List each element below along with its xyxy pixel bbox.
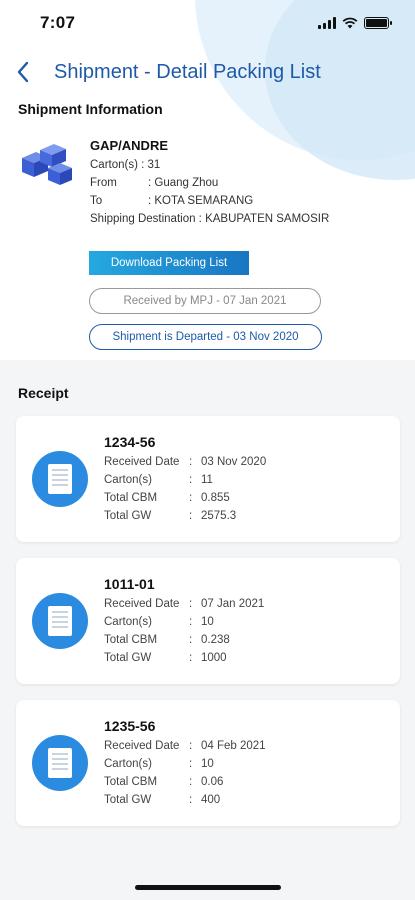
field-value: : Guang Zhou (148, 177, 219, 189)
total-gw-row: Total GW : 1000 (104, 649, 264, 667)
received-date-row: Received Date : 04 Feb 2021 (104, 737, 266, 755)
row-sep: : (189, 474, 193, 486)
row-label: Carton(s) (104, 616, 152, 628)
row-label: Total CBM (104, 776, 158, 788)
row-value: 11 (201, 474, 213, 486)
received-status-badge: Received by MPJ - 07 Jan 2021 (89, 288, 321, 314)
row-value: 03 Nov 2020 (201, 456, 267, 468)
boxes-icon (22, 144, 72, 185)
receipt-id: 1234-56 (104, 434, 156, 450)
carton-count-row: Carton(s) : 31 (90, 156, 329, 174)
page-title: Shipment - Detail Packing List (54, 60, 321, 83)
document-icon (32, 735, 88, 791)
row-label: Total GW (104, 510, 152, 522)
row-label: Carton(s) (104, 474, 152, 486)
field-label: Carton(s) : (90, 159, 145, 171)
total-cbm-row: Total CBM : 0.855 (104, 489, 266, 507)
row-label: Total CBM (104, 634, 158, 646)
document-icon (32, 593, 88, 649)
field-label: To (90, 195, 103, 207)
row-sep: : (189, 456, 193, 468)
received-date-row: Received Date : 03 Nov 2020 (104, 453, 266, 471)
row-label: Received Date (104, 598, 180, 610)
receipt-card[interactable]: 1235-56 Received Date : 04 Feb 2021 Cart… (16, 700, 400, 826)
row-sep: : (189, 740, 193, 752)
total-gw-row: Total GW : 400 (104, 791, 266, 809)
shipment-name: GAP/ANDRE (90, 138, 169, 153)
wifi-icon (342, 17, 358, 29)
field-label: From (90, 177, 117, 189)
back-button[interactable] (0, 52, 46, 92)
shipment-details: GAP/ANDRE Carton(s) : 31 From : Guang Zh… (90, 138, 329, 228)
row-label: Total GW (104, 794, 152, 806)
header-area: 7:07 Shipment - Detail Packing List Ship… (0, 0, 415, 360)
row-value: 0.06 (201, 776, 224, 788)
departed-status-badge: Shipment is Departed - 03 Nov 2020 (89, 324, 322, 350)
total-cbm-row: Total CBM : 0.06 (104, 773, 266, 791)
row-value: 10 (201, 758, 214, 770)
total-gw-row: Total GW : 2575.3 (104, 507, 266, 525)
receipt-id: 1235-56 (104, 718, 156, 734)
row-label: Carton(s) (104, 758, 152, 770)
receipt-details: 1234-56 Received Date : 03 Nov 2020 Cart… (104, 433, 266, 525)
download-packing-list-button[interactable]: Download Packing List (89, 251, 249, 275)
row-value: 07 Jan 2021 (201, 598, 265, 610)
row-value: 2575.3 (201, 510, 237, 522)
receipt-details: 1235-56 Received Date : 04 Feb 2021 Cart… (104, 717, 266, 809)
field-value: 31 (147, 159, 161, 171)
status-icons (318, 17, 392, 29)
receipt-heading: Receipt (18, 385, 69, 401)
status-bar: 7:07 (0, 0, 415, 46)
row-sep: : (189, 616, 193, 628)
row-sep: : (189, 652, 193, 664)
row-sep: : (189, 492, 193, 504)
field-label: Shipping Destination : (90, 213, 202, 225)
cartons-row: Carton(s) : 10 (104, 755, 266, 773)
shipment-info-heading: Shipment Information (18, 101, 163, 117)
row-value: 0.855 (201, 492, 230, 504)
row-value: 10 (201, 616, 214, 628)
field-value: KABUPATEN SAMOSIR (205, 213, 330, 225)
row-sep: : (189, 598, 193, 610)
row-sep: : (189, 634, 193, 646)
shipment-info: GAP/ANDRE Carton(s) : 31 From : Guang Zh… (18, 138, 408, 228)
row-value: 04 Feb 2021 (201, 740, 266, 752)
receipt-card[interactable]: 1011-01 Received Date : 07 Jan 2021 Cart… (16, 558, 400, 684)
row-label: Total GW (104, 652, 152, 664)
destination-row: Shipping Destination : KABUPATEN SAMOSIR (90, 210, 329, 228)
cartons-row: Carton(s) : 10 (104, 613, 264, 631)
row-label: Total CBM (104, 492, 158, 504)
row-value: 0.238 (201, 634, 230, 646)
received-date-row: Received Date : 07 Jan 2021 (104, 595, 264, 613)
chevron-left-icon (17, 61, 29, 83)
row-sep: : (189, 794, 193, 806)
total-cbm-row: Total CBM : 0.238 (104, 631, 264, 649)
row-sep: : (189, 776, 193, 788)
row-sep: : (189, 758, 193, 770)
receipt-id: 1011-01 (104, 576, 155, 592)
row-label: Received Date (104, 456, 180, 468)
row-label: Received Date (104, 740, 180, 752)
from-row: From : Guang Zhou (90, 174, 329, 192)
nav-bar: Shipment - Detail Packing List (0, 52, 415, 92)
home-indicator[interactable] (135, 885, 281, 890)
field-value: : KOTA SEMARANG (148, 195, 254, 207)
cellular-signal-icon (318, 17, 336, 29)
to-row: To : KOTA SEMARANG (90, 192, 329, 210)
row-value: 400 (201, 794, 221, 806)
battery-icon (364, 17, 392, 29)
row-value: 1000 (201, 652, 227, 664)
document-icon (32, 451, 88, 507)
status-time: 7:07 (40, 13, 76, 32)
row-sep: : (189, 510, 193, 522)
cartons-row: Carton(s) : 11 (104, 471, 266, 489)
receipt-card[interactable]: 1234-56 Received Date : 03 Nov 2020 Cart… (16, 416, 400, 542)
receipt-details: 1011-01 Received Date : 07 Jan 2021 Cart… (104, 575, 264, 667)
